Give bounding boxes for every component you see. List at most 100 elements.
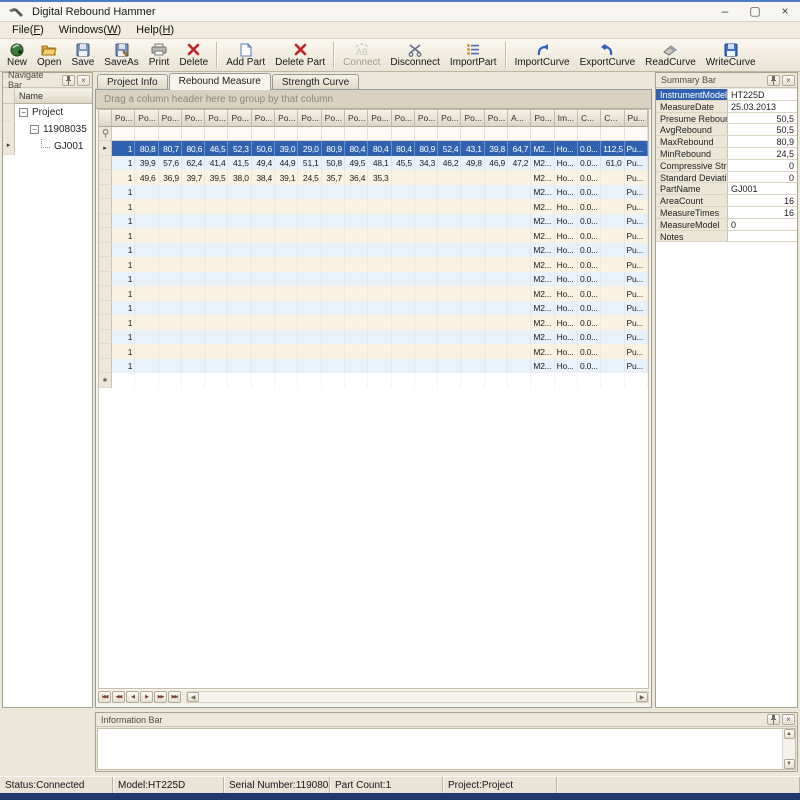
grid-cell-empty[interactable] (322, 373, 345, 388)
scroll-left-icon[interactable]: ◀ (187, 692, 199, 702)
grid-cell[interactable] (182, 359, 205, 374)
grid-cell[interactable] (298, 214, 321, 229)
grid-cell[interactable] (275, 257, 298, 272)
grid-cell[interactable] (415, 315, 438, 330)
grid-cell[interactable] (252, 257, 275, 272)
grid-cell[interactable] (508, 359, 531, 374)
grid-cell[interactable]: 39,0 (275, 141, 298, 156)
grid-cell[interactable] (461, 344, 484, 359)
summary-value[interactable]: 25.03.2013 (728, 101, 797, 112)
grid-cell[interactable] (368, 359, 391, 374)
grid-cell[interactable] (485, 199, 508, 214)
grid-cell[interactable] (508, 170, 531, 185)
grid-cell[interactable]: 0.0... (578, 243, 601, 258)
grid-cell[interactable]: 52,3 (228, 141, 251, 156)
grid-cell[interactable]: 80,9 (415, 141, 438, 156)
summary-value[interactable]: 50,5 (728, 113, 797, 124)
grid-cell[interactable] (275, 301, 298, 316)
grid-column-header-3[interactable]: Po... (182, 110, 205, 127)
grid-cell[interactable] (275, 315, 298, 330)
grid-cell[interactable] (345, 185, 368, 200)
grid-column-header-11[interactable]: Po... (368, 110, 391, 127)
grid-cell[interactable] (298, 272, 321, 287)
grid-column-header-22[interactable]: Pu... (625, 110, 648, 127)
grid-cell[interactable] (368, 214, 391, 229)
grid-cell[interactable]: 43,1 (461, 141, 484, 156)
grid-cell[interactable]: 49,6 (135, 170, 158, 185)
grid-cell[interactable] (601, 344, 624, 359)
summary-value[interactable]: 80,9 (728, 136, 797, 147)
grid-cell[interactable] (485, 315, 508, 330)
navigator-first-button[interactable]: |◀◀ (98, 691, 111, 703)
grid-cell[interactable] (205, 228, 228, 243)
grid-cell[interactable] (392, 228, 415, 243)
grid-cell[interactable] (228, 330, 251, 345)
grid-cell[interactable]: Pu... (625, 214, 648, 229)
grid-cell[interactable] (275, 185, 298, 200)
grid-cell[interactable]: 49,8 (461, 156, 484, 171)
grid-column-header-5[interactable]: Po... (228, 110, 251, 127)
grid-cell[interactable]: Ho... (555, 170, 578, 185)
grid-cell[interactable] (485, 243, 508, 258)
summary-row-avgrebound[interactable]: AvgRebound50,5 (656, 124, 797, 136)
grid-cell[interactable] (438, 272, 461, 287)
grid-cell[interactable]: M2... (531, 228, 554, 243)
grid-cell[interactable]: 41,4 (205, 156, 228, 171)
menu-item-w[interactable]: Windows(W) (53, 22, 130, 38)
grid-cell[interactable] (461, 228, 484, 243)
filter-cell-3[interactable] (182, 127, 205, 140)
grid-cell[interactable]: 1 (112, 315, 135, 330)
grid-cell[interactable] (601, 330, 624, 345)
filter-cell-13[interactable] (415, 127, 438, 140)
grid-cell[interactable] (345, 301, 368, 316)
grid-cell[interactable] (275, 359, 298, 374)
grid-cell[interactable] (438, 243, 461, 258)
information-close-icon[interactable]: × (782, 714, 795, 725)
grid-cell[interactable] (461, 185, 484, 200)
grid-cell[interactable] (252, 359, 275, 374)
grid-cell[interactable] (601, 243, 624, 258)
grid-cell[interactable] (438, 330, 461, 345)
grid-cell[interactable]: 112,5 (601, 141, 624, 156)
grid-cell[interactable]: 64,7 (508, 141, 531, 156)
navigator-next-button[interactable]: ▶ (140, 691, 153, 703)
grid-cell[interactable] (298, 228, 321, 243)
grid-cell[interactable] (601, 272, 624, 287)
grid-cell[interactable]: M2... (531, 330, 554, 345)
grid-cell[interactable]: 1 (112, 243, 135, 258)
grid-cell[interactable] (508, 330, 531, 345)
grid-cell[interactable] (252, 272, 275, 287)
grid-cell-empty[interactable] (531, 373, 554, 388)
grid-cell[interactable] (252, 243, 275, 258)
grid-cell[interactable]: 62,4 (182, 156, 205, 171)
grid-cell[interactable]: 0.0... (578, 344, 601, 359)
grid-column-header-15[interactable]: Po... (461, 110, 484, 127)
grid-cell[interactable] (205, 214, 228, 229)
grid-cell[interactable]: Ho... (555, 214, 578, 229)
grid-cell[interactable] (392, 199, 415, 214)
grid-cell[interactable] (415, 301, 438, 316)
grid-cell[interactable] (182, 185, 205, 200)
grid-cell[interactable]: 29,0 (298, 141, 321, 156)
grid-column-header-8[interactable]: Po... (298, 110, 321, 127)
grid-cell[interactable]: M2... (531, 359, 554, 374)
grid-cell[interactable] (392, 344, 415, 359)
grid-cell[interactable] (322, 185, 345, 200)
grid-cell[interactable] (182, 199, 205, 214)
grid-cell[interactable] (461, 330, 484, 345)
grid-cell[interactable] (135, 185, 158, 200)
grid-cell[interactable] (182, 315, 205, 330)
grid-cell[interactable]: Pu... (625, 141, 648, 156)
grid-data-row[interactable]: 149,636,939,739,538,038,439,124,535,736,… (99, 170, 648, 185)
grid-cell[interactable] (159, 359, 182, 374)
grid-filter-row[interactable] (99, 127, 648, 141)
grid-cell[interactable] (298, 315, 321, 330)
grid-cell[interactable] (275, 199, 298, 214)
grid-cell[interactable]: 38,0 (228, 170, 251, 185)
grid-cell[interactable] (322, 301, 345, 316)
grid-cell[interactable] (135, 359, 158, 374)
grid-cell[interactable] (159, 228, 182, 243)
grid-cell[interactable]: M2... (531, 257, 554, 272)
grid-cell[interactable] (182, 301, 205, 316)
grid-cell[interactable] (322, 330, 345, 345)
